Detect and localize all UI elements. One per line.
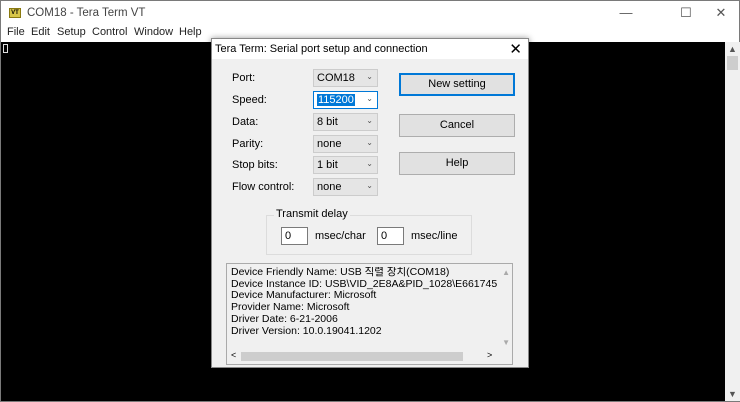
flow-control-value: none: [317, 181, 341, 193]
scroll-up-icon[interactable]: ▲: [502, 268, 510, 277]
data-select[interactable]: 8 bit ⌄: [313, 113, 378, 131]
scroll-thumb[interactable]: [727, 56, 738, 70]
close-button[interactable]: ✕: [706, 5, 736, 23]
port-value: COM18: [317, 72, 355, 84]
transmit-delay-label: Transmit delay: [274, 208, 350, 220]
stop-bits-select[interactable]: 1 bit ⌄: [313, 156, 378, 174]
info-line: Driver Date: 6-21-2006: [231, 314, 497, 326]
cancel-button[interactable]: Cancel: [399, 114, 515, 137]
chevron-down-icon: ⌄: [366, 138, 373, 147]
app-icon: VT: [9, 8, 21, 18]
title-bar: VT COM18 - Tera Term VT — ☐ ✕: [1, 1, 739, 25]
msec-line-input[interactable]: 0: [377, 227, 404, 245]
scroll-down-icon[interactable]: ▼: [502, 338, 510, 347]
msec-char-input[interactable]: 0: [281, 227, 308, 245]
serial-port-dialog: Tera Term: Serial port setup and connect…: [211, 38, 529, 368]
menu-window[interactable]: Window: [134, 26, 173, 38]
chevron-down-icon: ⌄: [366, 181, 373, 190]
flow-control-label: Flow control:: [232, 181, 294, 193]
chevron-down-icon: ⌄: [366, 159, 373, 168]
parity-label: Parity:: [232, 138, 263, 150]
menu-setup[interactable]: Setup: [57, 26, 86, 38]
window-title: COM18 - Tera Term VT: [27, 7, 145, 19]
dialog-title-bar: Tera Term: Serial port setup and connect…: [212, 39, 528, 59]
scroll-left-icon[interactable]: <: [231, 350, 236, 360]
chevron-down-icon: ⌄: [366, 116, 373, 125]
parity-value: none: [317, 138, 341, 150]
stop-bits-value: 1 bit: [317, 159, 338, 171]
speed-select[interactable]: 115200 ⌄: [313, 91, 378, 109]
vertical-scrollbar[interactable]: ▲ ▼: [725, 42, 740, 401]
transmit-delay-group: Transmit delay 0 msec/char 0 msec/line: [266, 215, 472, 255]
dialog-title: Tera Term: Serial port setup and connect…: [215, 43, 428, 55]
chevron-down-icon: ⌄: [366, 72, 373, 81]
info-line: Driver Version: 10.0.19041.1202: [231, 326, 497, 338]
device-info-box[interactable]: Device Friendly Name: USB 직렬 장치(COM18) D…: [226, 263, 513, 365]
scroll-down-icon[interactable]: ▼: [725, 389, 740, 399]
speed-value: 115200: [317, 94, 355, 106]
msec-line-label: msec/line: [411, 230, 457, 242]
minimize-button[interactable]: —: [611, 5, 641, 23]
help-button[interactable]: Help: [399, 152, 515, 175]
h-scroll-thumb[interactable]: [241, 352, 463, 361]
stop-bits-label: Stop bits:: [232, 159, 278, 171]
parity-select[interactable]: none ⌄: [313, 135, 378, 153]
scroll-right-icon[interactable]: >: [487, 350, 492, 360]
menu-edit[interactable]: Edit: [31, 26, 50, 38]
port-select[interactable]: COM18 ⌄: [313, 69, 378, 87]
flow-control-select[interactable]: none ⌄: [313, 178, 378, 196]
maximize-button[interactable]: ☐: [671, 5, 701, 23]
dialog-close-icon[interactable]: ✕: [509, 40, 522, 58]
speed-label: Speed:: [232, 94, 267, 106]
data-label: Data:: [232, 116, 258, 128]
menu-control[interactable]: Control: [92, 26, 127, 38]
scroll-up-icon[interactable]: ▲: [725, 44, 740, 54]
horizontal-scrollbar[interactable]: < >: [229, 350, 497, 362]
msec-char-label: msec/char: [315, 230, 366, 242]
menu-help[interactable]: Help: [179, 26, 202, 38]
data-value: 8 bit: [317, 116, 338, 128]
info-line: Device Friendly Name: USB 직렬 장치(COM18): [231, 267, 497, 279]
terminal-cursor: [3, 44, 8, 53]
chevron-down-icon: ⌄: [366, 94, 373, 103]
port-label: Port:: [232, 72, 255, 84]
menu-file[interactable]: File: [7, 26, 25, 38]
new-setting-button[interactable]: New setting: [399, 73, 515, 96]
